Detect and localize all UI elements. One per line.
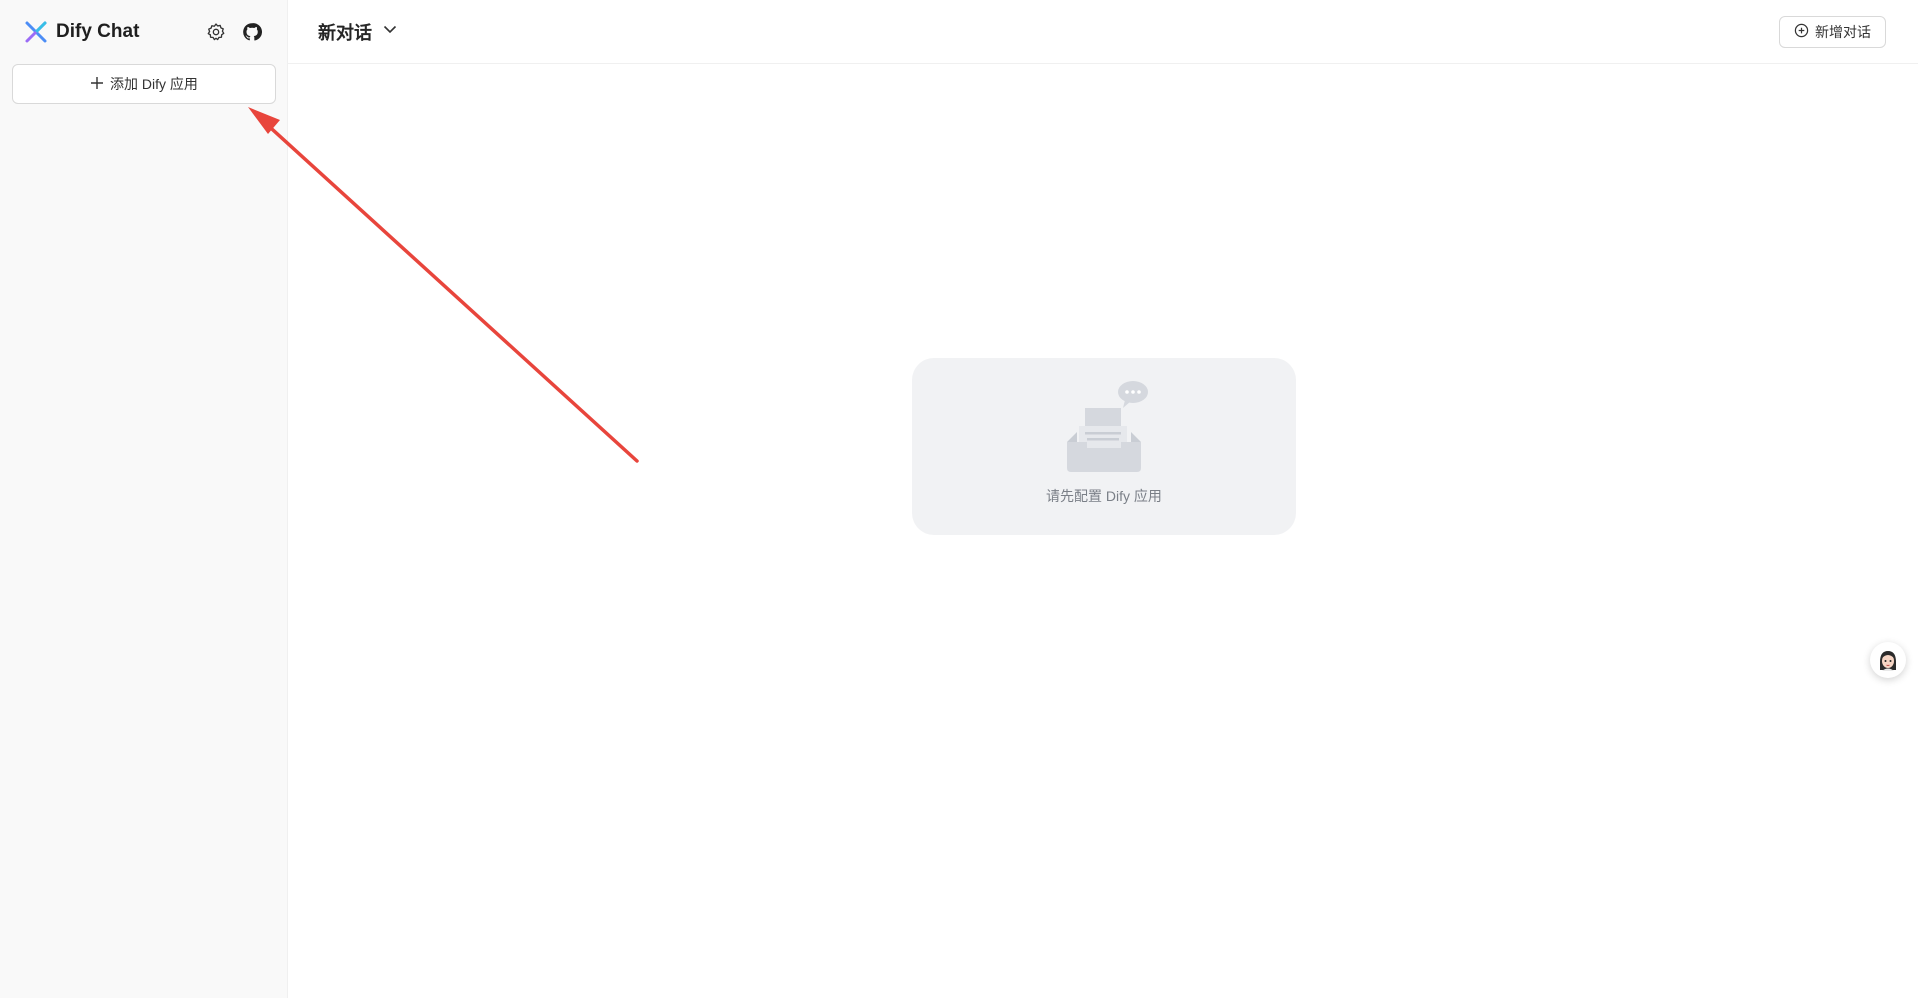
conversation-title: 新对话: [318, 22, 372, 43]
gear-icon[interactable]: [205, 21, 227, 43]
plus-circle-icon: [1794, 23, 1809, 41]
app-window: Dify Chat 添加 Dify 应用 新对话 新增对话 请先配置 Dify …: [0, 0, 1918, 998]
floating-assistant-avatar[interactable]: [1870, 642, 1906, 678]
chevron-down-icon: [382, 21, 398, 42]
empty-state-text: 请先配置 Dify 应用: [1046, 488, 1162, 504]
empty-inbox-icon: [1067, 381, 1148, 472]
plus-icon: [90, 76, 104, 93]
add-dify-app-label: 添加 Dify 应用: [110, 76, 198, 92]
main-panel: 新对话 新增对话 请先配置 Dify 应用: [288, 0, 1918, 998]
add-dify-app-button[interactable]: 添加 Dify 应用: [12, 64, 276, 104]
new-conversation-label: 新增对话: [1815, 23, 1871, 40]
sidebar-actions: [205, 21, 263, 43]
sidebar-header: Dify Chat: [0, 0, 287, 64]
github-icon[interactable]: [241, 21, 263, 43]
app-name: Dify Chat: [56, 21, 140, 42]
logo-icon: [24, 20, 48, 44]
new-conversation-button[interactable]: 新增对话: [1779, 15, 1886, 48]
empty-state-card: 请先配置 Dify 应用: [912, 358, 1296, 535]
conversation-title-dropdown[interactable]: 新对话: [318, 19, 398, 45]
avatar-icon: [1875, 647, 1901, 673]
topbar: 新对话 新增对话: [288, 0, 1918, 64]
sidebar: Dify Chat 添加 Dify 应用: [0, 0, 288, 998]
